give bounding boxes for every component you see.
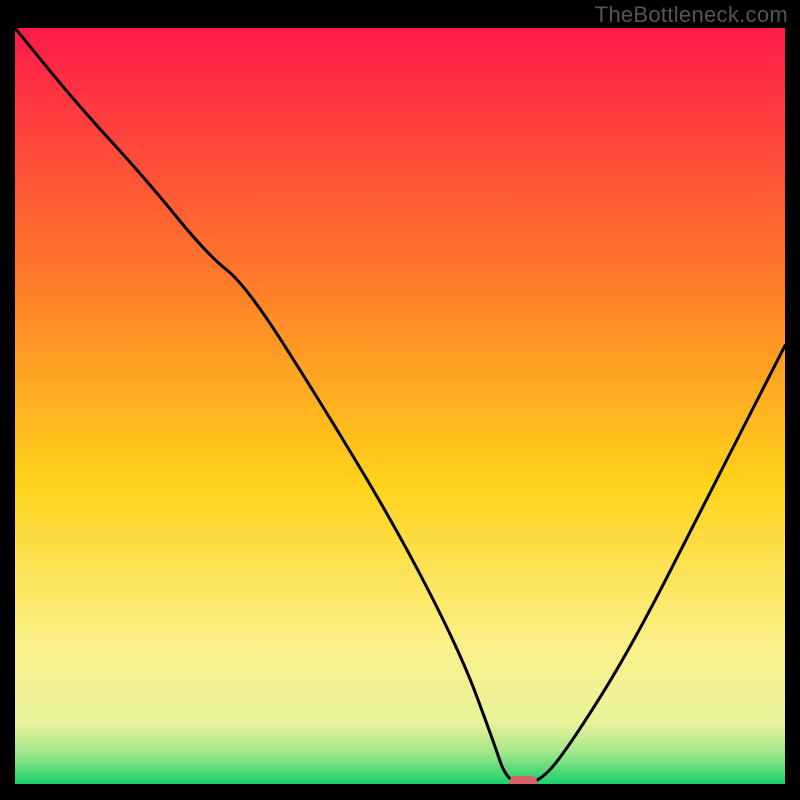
bottleneck-chart: [15, 28, 785, 784]
watermark-text: TheBottleneck.com: [595, 2, 788, 28]
chart-frame: TheBottleneck.com: [0, 0, 800, 800]
gradient-background: [15, 28, 785, 784]
optimal-marker: [509, 776, 537, 784]
plot-area: [15, 28, 785, 784]
